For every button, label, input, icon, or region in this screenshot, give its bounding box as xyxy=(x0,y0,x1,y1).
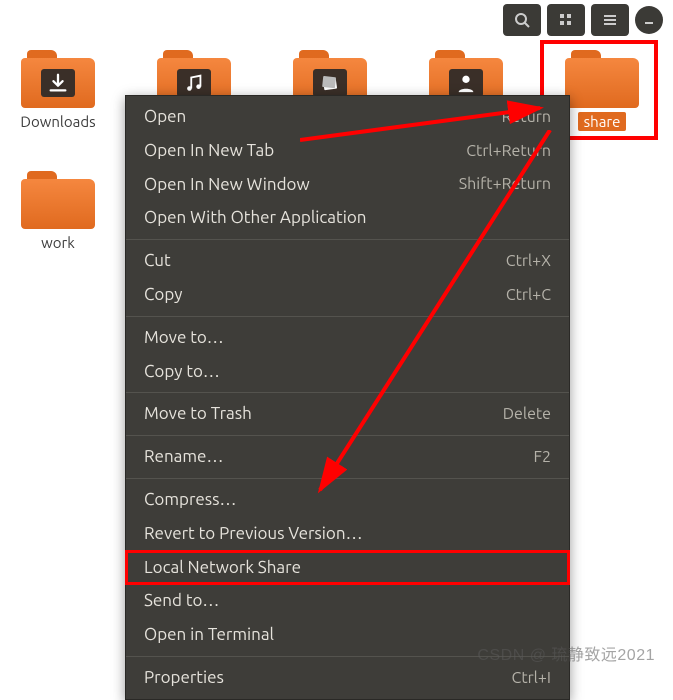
menu-item-open-in-new-window[interactable]: Open In New Window Shift+Return xyxy=(126,168,569,202)
menu-separator xyxy=(126,435,569,436)
menu-item-revert-to-previous-version[interactable]: Revert to Previous Version… xyxy=(126,517,569,551)
menu-item-label: Send to… xyxy=(144,589,219,613)
folder-icon xyxy=(565,50,639,108)
menu-item-compress[interactable]: Compress… xyxy=(126,483,569,517)
folder-icon xyxy=(21,171,95,229)
menu-item-copy-to[interactable]: Copy to… xyxy=(126,355,569,389)
music-icon xyxy=(177,69,211,97)
menu-item-local-network-share[interactable]: Local Network Share xyxy=(126,551,569,585)
menu-item-shortcut: Ctrl+X xyxy=(506,250,551,272)
search-icon xyxy=(514,12,530,28)
menu-item-label: Rename… xyxy=(144,445,223,469)
download-icon xyxy=(41,69,75,97)
menu-item-label: Open in Terminal xyxy=(144,623,274,647)
menu-item-rename[interactable]: Rename… F2 xyxy=(126,440,569,474)
menu-item-copy[interactable]: Copy Ctrl+C xyxy=(126,278,569,312)
menu-button[interactable] xyxy=(591,4,629,36)
menu-item-label: Open xyxy=(144,105,186,129)
folder-work[interactable]: work xyxy=(14,171,102,252)
menu-item-shortcut: F2 xyxy=(534,446,551,468)
menu-item-shortcut: Ctrl+Return xyxy=(466,140,551,162)
menu-item-label: Move to… xyxy=(144,326,224,350)
view-icon xyxy=(558,12,574,28)
menu-separator xyxy=(126,239,569,240)
menu-icon xyxy=(602,12,618,28)
view-button[interactable] xyxy=(547,4,585,36)
menu-item-label: Revert to Previous Version… xyxy=(144,522,363,546)
menu-item-move-to-trash[interactable]: Move to Trash Delete xyxy=(126,397,569,431)
search-button[interactable] xyxy=(503,4,541,36)
minimize-button[interactable] xyxy=(635,6,663,34)
menu-item-open[interactable]: Open Return xyxy=(126,100,569,134)
menu-item-label: Properties xyxy=(144,666,224,690)
folder-share[interactable]: share xyxy=(558,50,646,131)
toolbar xyxy=(493,0,673,40)
menu-item-shortcut: Shift+Return xyxy=(459,173,551,195)
menu-item-shortcut: Delete xyxy=(503,403,551,425)
folder-label: Downloads xyxy=(14,112,101,131)
context-menu: OpenReturnOpen In New TabCtrl+ReturnOpen… xyxy=(125,95,570,700)
menu-item-open-with-other-application[interactable]: Open With Other Application xyxy=(126,201,569,235)
menu-item-label: Open In New Window xyxy=(144,173,310,197)
menu-item-send-to[interactable]: Send to… xyxy=(126,584,569,618)
menu-item-label: Cut xyxy=(144,249,171,273)
menu-separator xyxy=(126,316,569,317)
folder-label: share xyxy=(578,112,627,131)
min-icon xyxy=(643,14,655,26)
pictures-icon xyxy=(313,69,347,97)
person-icon xyxy=(449,69,483,97)
folder-label: work xyxy=(35,233,81,252)
menu-item-label: Open With Other Application xyxy=(144,206,366,230)
menu-item-properties[interactable]: Properties Ctrl+I xyxy=(126,661,569,695)
menu-item-shortcut: Return xyxy=(502,106,551,128)
menu-item-shortcut: Ctrl+I xyxy=(512,667,551,689)
folder-downloads[interactable]: Downloads xyxy=(14,50,102,131)
menu-separator xyxy=(126,478,569,479)
menu-item-cut[interactable]: Cut Ctrl+X xyxy=(126,244,569,278)
menu-item-shortcut: Ctrl+C xyxy=(506,284,551,306)
menu-item-label: Move to Trash xyxy=(144,402,252,426)
menu-item-move-to[interactable]: Move to… xyxy=(126,321,569,355)
folder-icon xyxy=(21,50,95,108)
menu-item-label: Copy xyxy=(144,283,182,307)
menu-separator xyxy=(126,392,569,393)
menu-item-label: Compress… xyxy=(144,488,236,512)
menu-item-open-in-new-tab[interactable]: Open In New Tab Ctrl+Return xyxy=(126,134,569,168)
menu-item-label: Open In New Tab xyxy=(144,139,274,163)
watermark: CSDN @ 琉静致远2021 xyxy=(477,641,655,665)
menu-item-label: Copy to… xyxy=(144,360,220,384)
menu-item-label: Local Network Share xyxy=(144,556,301,580)
